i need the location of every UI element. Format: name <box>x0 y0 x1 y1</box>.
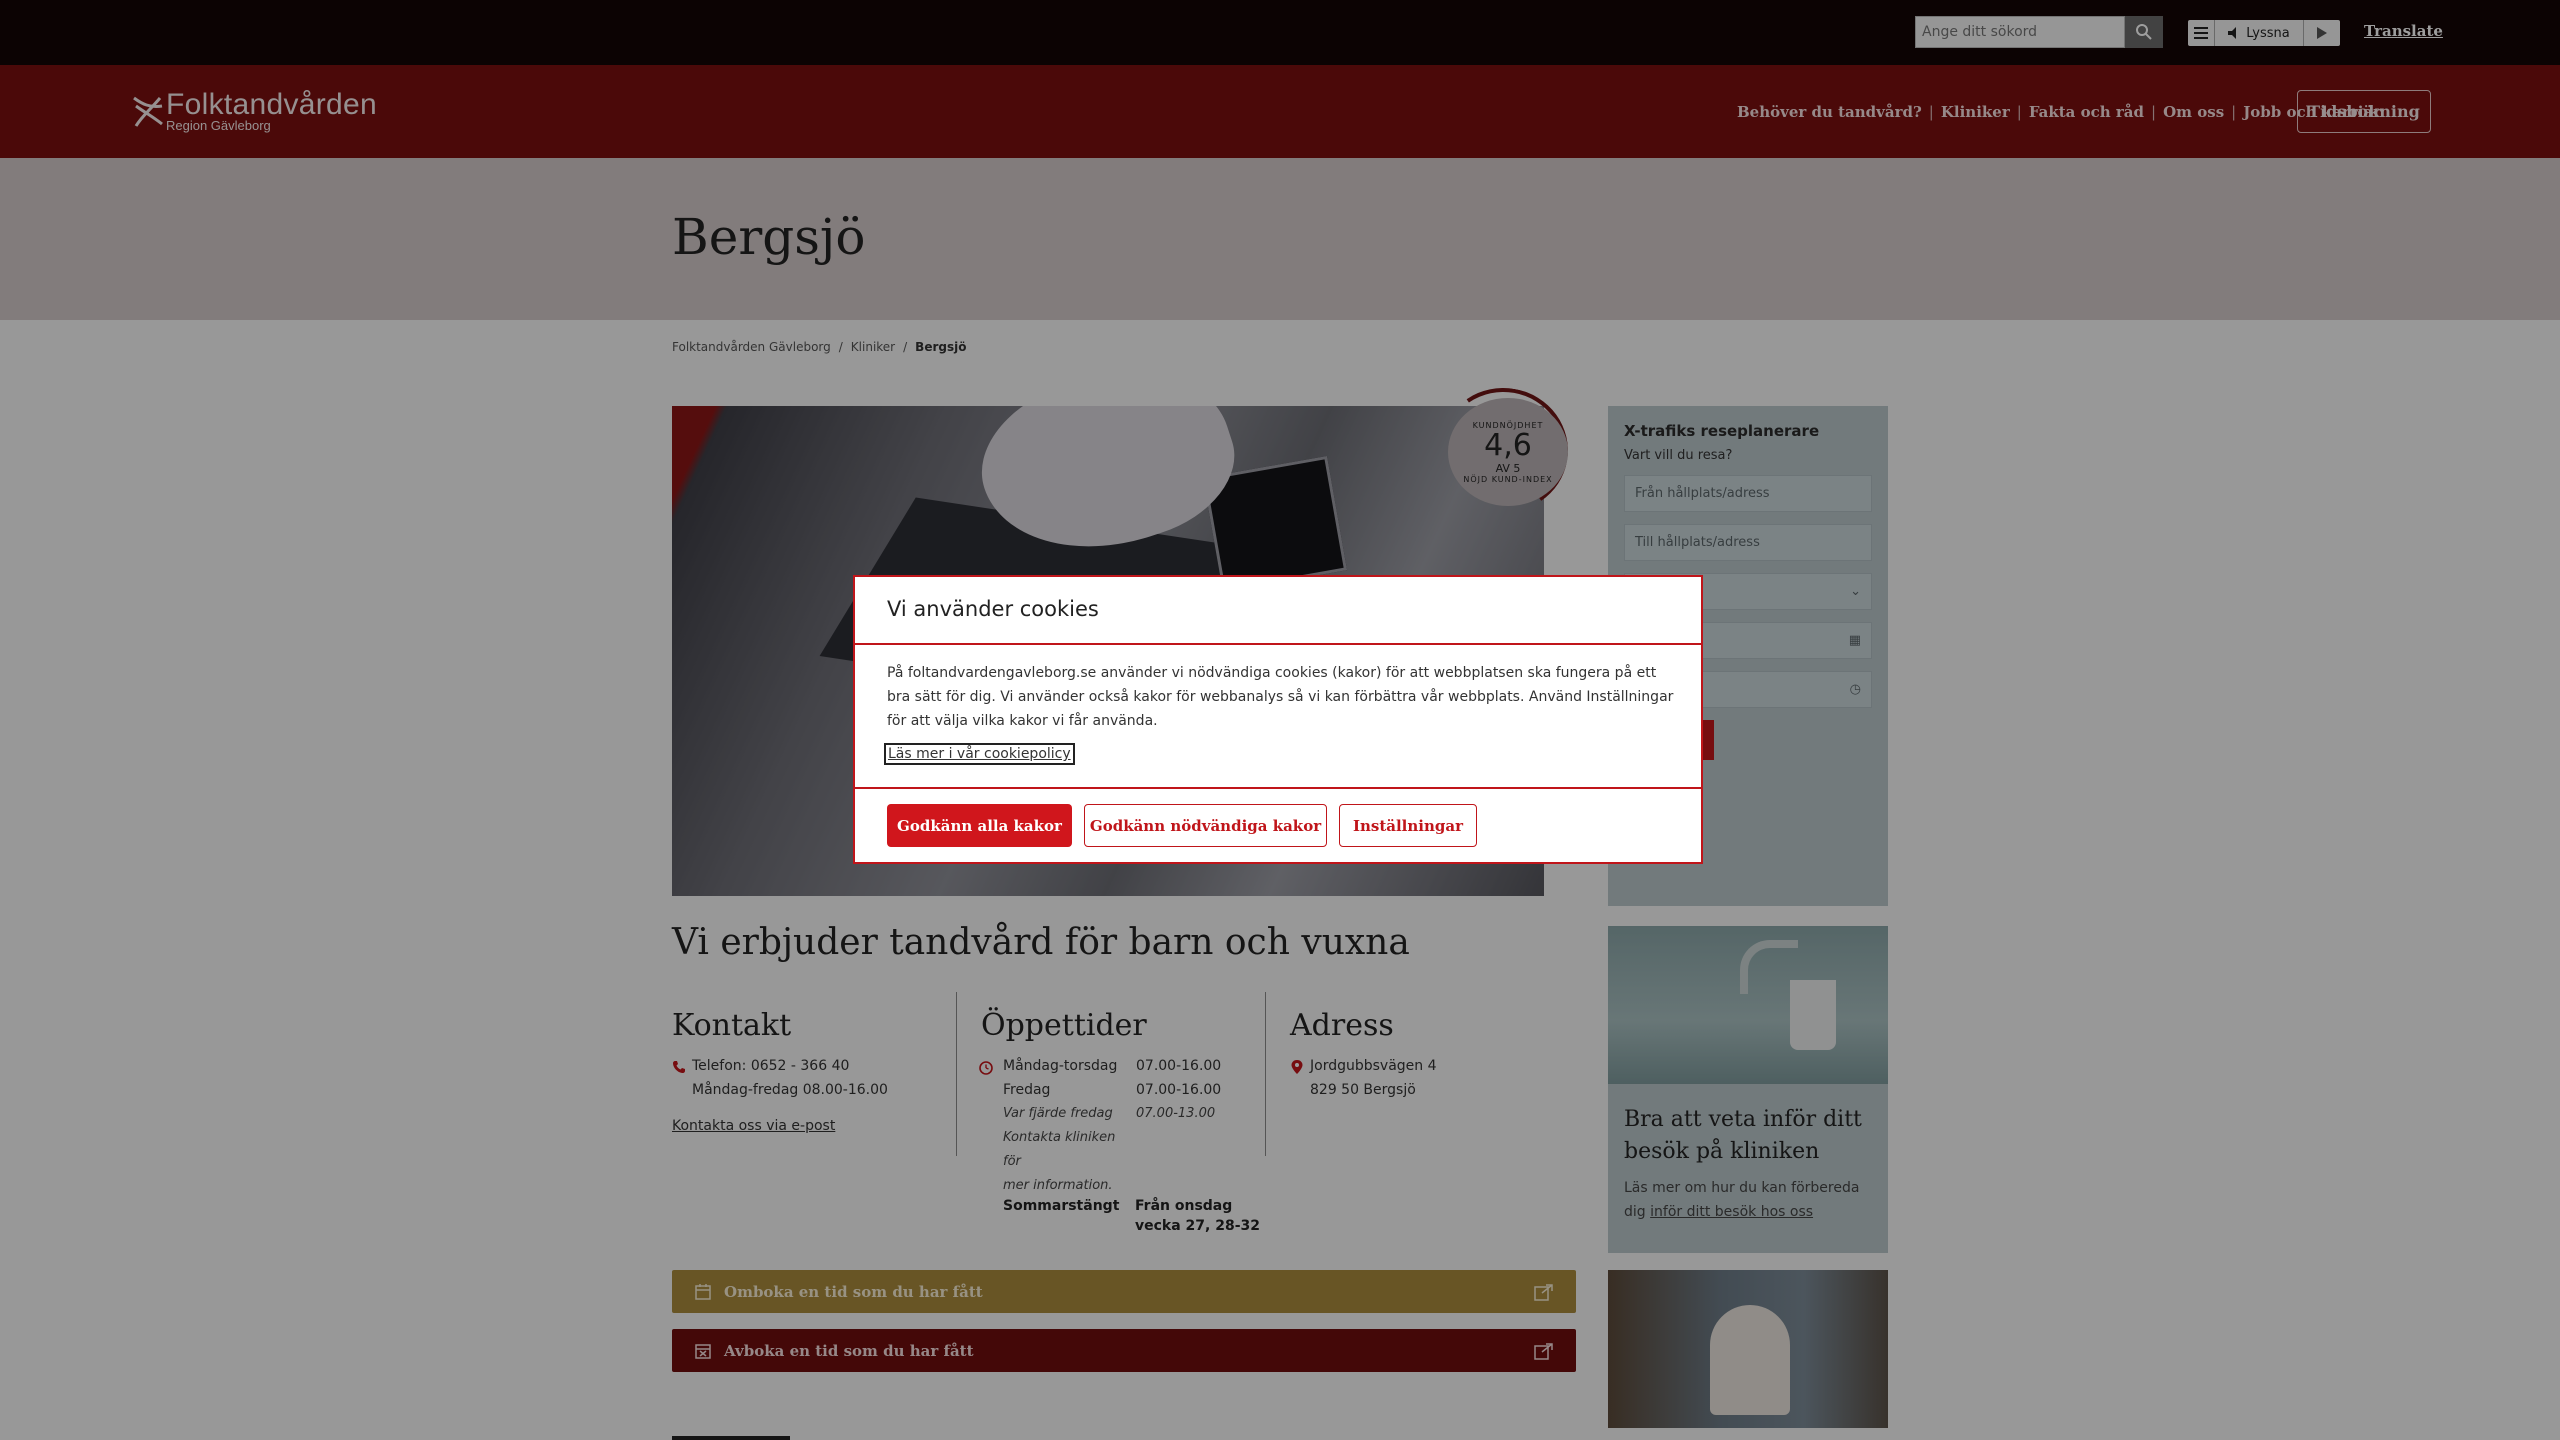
accept-all-cookies-button[interactable]: Godkänn alla kakor <box>887 804 1072 847</box>
accept-necessary-cookies-button[interactable]: Godkänn nödvändiga kakor <box>1084 804 1327 847</box>
cookie-text: På foltandvardengavleborg.se använder vi… <box>887 665 1674 729</box>
cookie-divider <box>855 787 1701 789</box>
cookie-policy-link[interactable]: Läs mer i vår cookiepolicy <box>884 743 1075 765</box>
cookie-divider <box>855 643 1701 645</box>
cookie-settings-button[interactable]: Inställningar <box>1339 804 1477 847</box>
cookie-title: Vi använder cookies <box>887 597 1099 621</box>
cookie-dialog: Vi använder cookies På foltandvardengavl… <box>853 575 1703 864</box>
